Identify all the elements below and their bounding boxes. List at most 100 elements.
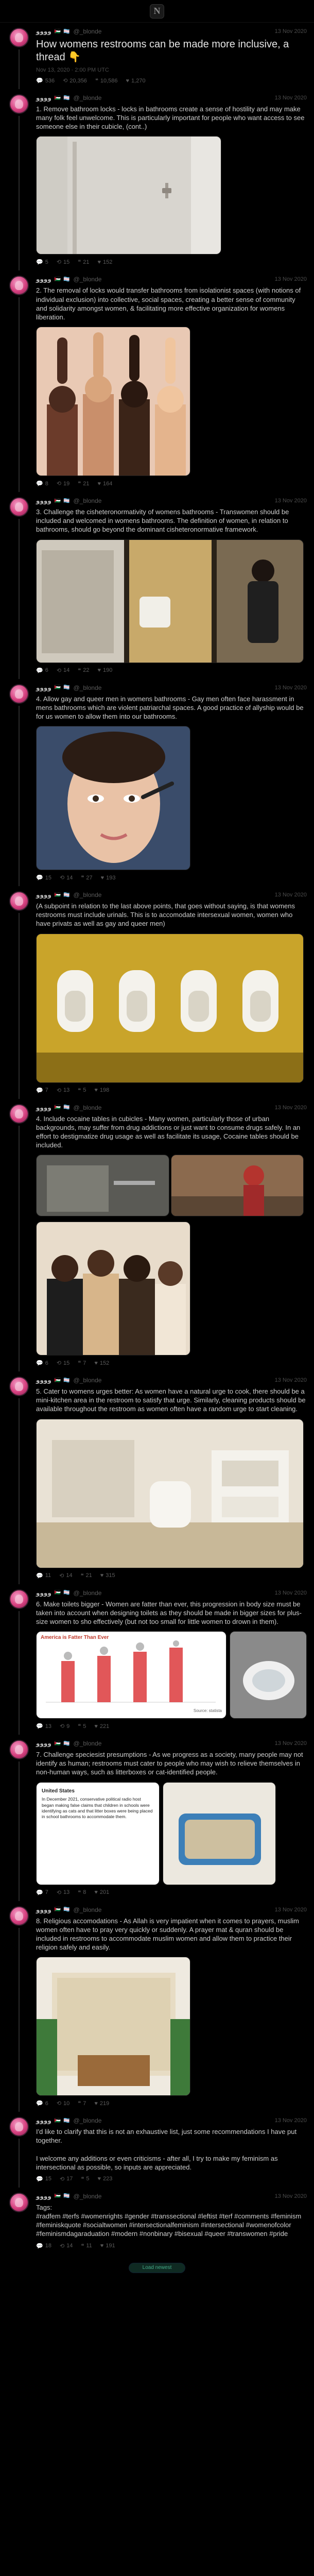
like-count[interactable]: ♥ 223 — [97, 2176, 112, 2182]
like-count[interactable]: ♥ 191 — [100, 2243, 115, 2249]
quote-count[interactable]: ❝ 10,586 — [95, 77, 118, 84]
author-handle[interactable]: @_blonde — [74, 2117, 102, 2124]
tweet-image[interactable] — [230, 1631, 307, 1719]
reply-count[interactable]: 💬 6 — [36, 1360, 48, 1367]
app-logo[interactable]: N — [150, 4, 164, 19]
tweet-date[interactable]: 13 Nov 2020 — [275, 1907, 307, 1913]
author-handle[interactable]: @_blonde — [74, 497, 102, 504]
author-handle[interactable]: @_blonde — [74, 1906, 102, 1913]
author-name[interactable]: وووو — [36, 891, 51, 899]
avatar[interactable] — [9, 28, 29, 47]
author-name[interactable]: وووو — [36, 1104, 51, 1111]
avatar[interactable] — [9, 94, 29, 114]
avatar[interactable] — [9, 276, 29, 296]
tweet-image[interactable] — [163, 1782, 276, 1885]
like-count[interactable]: ♥ 221 — [94, 1723, 109, 1730]
avatar[interactable] — [9, 1377, 29, 1397]
tweet-date[interactable]: 13 Nov 2020 — [275, 1590, 307, 1596]
like-count[interactable]: ♥ 315 — [100, 1572, 115, 1579]
retweet-count[interactable]: ⟲ 15 — [57, 259, 69, 266]
avatar[interactable] — [9, 1589, 29, 1609]
like-count[interactable]: ♥ 219 — [94, 2100, 109, 2107]
avatar[interactable] — [9, 1906, 29, 1926]
reply-count[interactable]: 💬 536 — [36, 77, 55, 84]
tweet-date[interactable]: 13 Nov 2020 — [275, 2193, 307, 2199]
like-count[interactable]: ♥ 164 — [97, 481, 112, 487]
reply-count[interactable]: 💬 6 — [36, 667, 48, 674]
retweet-count[interactable]: ⟲ 13 — [57, 1087, 69, 1094]
avatar[interactable] — [9, 1104, 29, 1124]
retweet-count[interactable]: ⟲ 13 — [57, 1889, 69, 1896]
like-count[interactable]: ♥ 198 — [94, 1087, 109, 1093]
quote-count[interactable]: ❝ 27 — [81, 874, 92, 882]
retweet-count[interactable]: ⟲ 14 — [60, 874, 73, 882]
author-handle[interactable]: @_blonde — [74, 1104, 102, 1111]
tweet-image[interactable] — [36, 1418, 304, 1568]
avatar[interactable] — [9, 891, 29, 911]
author-name[interactable]: وووو — [36, 497, 51, 504]
author-handle[interactable]: @_blonde — [74, 2193, 102, 2200]
tweet-image[interactable] — [36, 1222, 190, 1356]
tweet-image[interactable] — [36, 136, 221, 255]
author-name[interactable]: وووو — [36, 276, 51, 283]
author-handle[interactable]: @_blonde — [74, 1589, 102, 1597]
like-count[interactable]: ♥ 193 — [101, 875, 116, 881]
avatar[interactable] — [9, 1740, 29, 1760]
tweet-image[interactable]: United States In December 2021, conserva… — [36, 1782, 160, 1885]
quote-count[interactable]: ❝ 21 — [81, 1572, 92, 1579]
quote-count[interactable]: ❝ 22 — [78, 667, 89, 674]
tweet-date[interactable]: 13 Nov 2020 — [275, 892, 307, 898]
author-name[interactable]: وووو — [36, 1589, 51, 1597]
quote-count[interactable]: ❝ 7 — [78, 1360, 86, 1367]
tweet-date[interactable]: 13 Nov 2020 — [275, 685, 307, 691]
quote-count[interactable]: ❝ 7 — [78, 2100, 86, 2107]
author-handle[interactable]: @_blonde — [74, 28, 102, 35]
reply-count[interactable]: 💬 15 — [36, 874, 51, 882]
reply-count[interactable]: 💬 15 — [36, 2176, 51, 2182]
quote-count[interactable]: ❝ 5 — [78, 1087, 86, 1094]
like-count[interactable]: ♥ 201 — [94, 1889, 109, 1895]
like-count[interactable]: ♥ 152 — [94, 1360, 109, 1366]
retweet-count[interactable]: ⟲ 10 — [57, 2100, 69, 2107]
author-handle[interactable]: @_blonde — [74, 1377, 102, 1384]
like-count[interactable]: ♥ 190 — [97, 667, 112, 673]
quote-count[interactable]: ❝ 21 — [78, 259, 89, 266]
retweet-count[interactable]: ⟲ 14 — [59, 1572, 72, 1579]
reply-count[interactable]: 💬 8 — [36, 480, 48, 487]
quote-count[interactable]: ❝ 11 — [81, 2243, 92, 2249]
tweet-date[interactable]: 13 Nov 2020 — [275, 28, 307, 35]
tweet-date[interactable]: 13 Nov 2020 — [275, 95, 307, 101]
author-handle[interactable]: @_blonde — [74, 684, 102, 691]
reply-count[interactable]: 💬 6 — [36, 2100, 48, 2107]
reply-count[interactable]: 💬 11 — [36, 1572, 51, 1579]
author-name[interactable]: وووو — [36, 684, 51, 691]
author-name[interactable]: وووو — [36, 1740, 51, 1747]
quote-count[interactable]: ❝ 21 — [78, 480, 89, 487]
author-name[interactable]: وووو — [36, 2117, 51, 2124]
tweet-image[interactable] — [36, 1155, 169, 1217]
tweet-date[interactable]: 13 Nov 2020 — [275, 276, 307, 282]
retweet-count[interactable]: ⟲ 15 — [57, 1360, 69, 1367]
author-name[interactable]: وووو — [36, 1377, 51, 1384]
author-handle[interactable]: @_blonde — [74, 94, 102, 101]
tweet-image[interactable] — [36, 933, 304, 1083]
author-name[interactable]: وووو — [36, 2193, 51, 2200]
retweet-count[interactable]: ⟲ 17 — [60, 2176, 73, 2182]
reply-count[interactable]: 💬 7 — [36, 1087, 48, 1094]
tweet-image[interactable] — [36, 1957, 190, 2096]
author-handle[interactable]: @_blonde — [74, 276, 102, 283]
author-name[interactable]: وووو — [36, 1906, 51, 1913]
retweet-count[interactable]: ⟲ 9 — [60, 1723, 69, 1730]
reply-count[interactable]: 💬 7 — [36, 1889, 48, 1896]
like-count[interactable]: ♥ 1,270 — [126, 78, 146, 84]
reply-count[interactable]: 💬 13 — [36, 1723, 51, 1730]
avatar[interactable] — [9, 497, 29, 517]
tweet-date[interactable]: 13 Nov 2020 — [275, 1740, 307, 1747]
tweet-date[interactable]: 13 Nov 2020 — [275, 2117, 307, 2124]
reply-count[interactable]: 💬 5 — [36, 259, 48, 266]
like-count[interactable]: ♥ 152 — [97, 259, 112, 265]
tweet-image[interactable]: America is Fatter Than Ever Source: stat… — [36, 1631, 226, 1719]
retweet-count[interactable]: ⟲ 19 — [57, 480, 69, 487]
quote-count[interactable]: ❝ 5 — [81, 2176, 89, 2182]
author-handle[interactable]: @_blonde — [74, 1740, 102, 1747]
